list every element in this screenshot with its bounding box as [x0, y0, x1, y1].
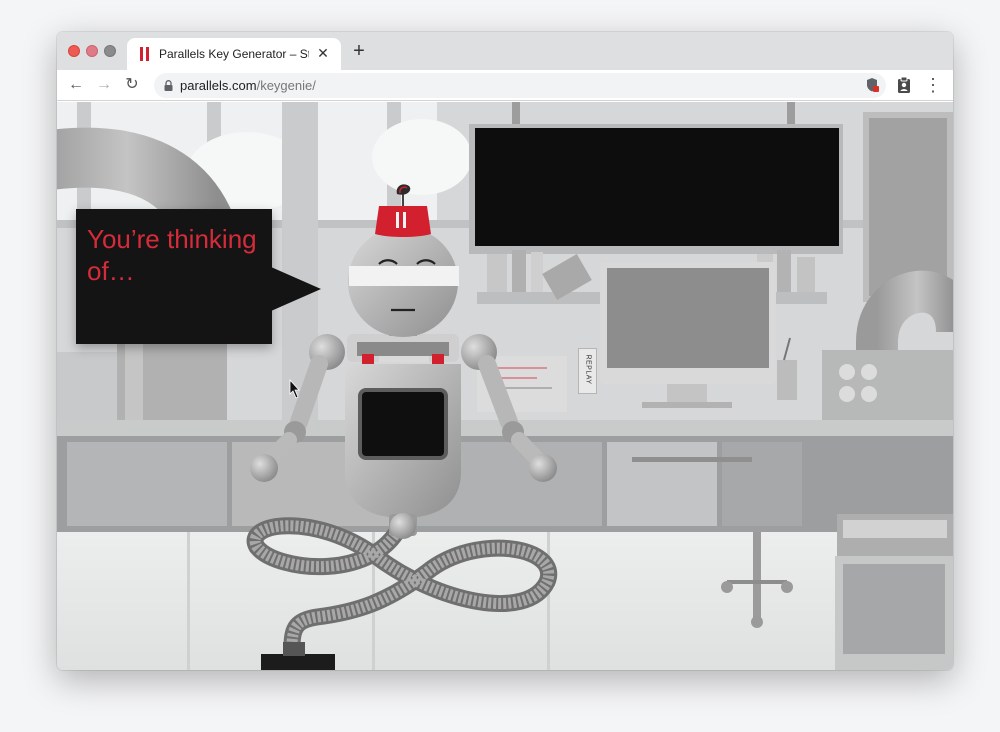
lab-scene-illustration [57, 102, 953, 670]
close-window-button[interactable] [68, 45, 80, 57]
lock-icon [164, 80, 173, 91]
clipboard-extension-icon[interactable] [894, 75, 914, 95]
browser-tab[interactable]: Parallels Key Generator – Stum ✕ [127, 38, 341, 70]
address-bar[interactable]: parallels.com/keygenie/ [154, 73, 886, 98]
speech-bubble-text: You’re thinking of… [87, 224, 257, 286]
browser-menu-button[interactable]: ⋮ [923, 75, 943, 95]
url-host: parallels.com [180, 78, 257, 93]
page-viewport: You’re thinking of… REPLAY [57, 102, 953, 670]
wall-monitor-screen [475, 128, 839, 246]
url-path: /keygenie/ [256, 78, 316, 93]
robot-chest-screen [358, 388, 448, 460]
reload-button[interactable]: ↻ [122, 75, 142, 95]
replay-label: REPLAY [584, 354, 592, 385]
minimize-window-button[interactable] [86, 45, 98, 57]
zoom-window-button[interactable] [104, 45, 116, 57]
title-bar: Parallels Key Generator – Stum ✕ + [57, 32, 953, 70]
browser-toolbar: ← → ↻ parallels.com/keygenie/ ⋮ [57, 70, 953, 101]
tab-title: Parallels Key Generator – Stum [159, 47, 309, 61]
parallels-logo-icon [139, 47, 151, 61]
speech-bubble-tail [271, 267, 321, 311]
browser-window: Parallels Key Generator – Stum ✕ + ← → ↻… [57, 32, 953, 670]
shield-extension-icon[interactable] [862, 75, 882, 95]
forward-button[interactable]: → [94, 75, 114, 95]
new-tab-button[interactable]: + [349, 41, 369, 62]
back-button[interactable]: ← [66, 75, 86, 95]
replay-button[interactable]: REPLAY [578, 348, 597, 394]
speech-bubble: You’re thinking of… [76, 209, 272, 344]
url-text: parallels.com/keygenie/ [180, 78, 316, 93]
tab-close-icon[interactable]: ✕ [315, 45, 331, 61]
